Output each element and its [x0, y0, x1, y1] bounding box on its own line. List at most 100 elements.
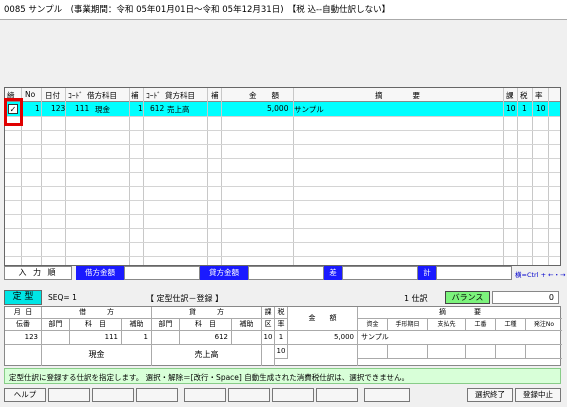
balance-button[interactable]: バランス [445, 291, 490, 304]
h-dept2: 部門 [152, 319, 180, 331]
f-amount[interactable]: 5,000 [288, 331, 358, 345]
grid-line [5, 186, 560, 187]
n-blank [5, 345, 42, 366]
row-zei: 1 [522, 104, 527, 113]
debit-total-value [124, 266, 200, 280]
status-message: 定型仕訳に登録する仕訳を指定します。 選択・解除＝[改行・Space] 自動生成… [4, 368, 561, 384]
col-csub: 補 [211, 91, 219, 100]
row-kazei: 10 [506, 104, 516, 113]
n-blank [466, 345, 496, 359]
col-no: No [25, 90, 36, 99]
diff-value [342, 266, 418, 280]
h-tegata: 手形期日 [388, 319, 428, 331]
window-title: 0085 サンプル (事業期間：令和 05年01月01日～令和 05年12月31… [0, 0, 567, 20]
h-kubun: 区 [262, 319, 275, 331]
f-dacct[interactable]: 111 [70, 331, 122, 345]
help-button[interactable]: ヘルプ [4, 388, 46, 402]
fkey-3[interactable] [92, 388, 134, 402]
n-blank [288, 345, 358, 366]
grid-line [129, 88, 130, 265]
f-dsub[interactable]: 1 [122, 331, 152, 345]
fkey-7[interactable] [272, 388, 314, 402]
grid-line [5, 200, 560, 201]
h-debit: 借 方 [42, 307, 152, 319]
total-value [436, 266, 512, 280]
row-dcode: 111 [75, 104, 90, 113]
fkey-8[interactable] [316, 388, 358, 402]
f-memo[interactable]: サンプル [358, 331, 562, 345]
h-koji: 工番 [466, 319, 496, 331]
col-dcode: ｺｰﾄﾞ [68, 91, 83, 100]
select-end-button[interactable]: 選択終了 [467, 388, 513, 402]
fkey-2[interactable] [48, 388, 90, 402]
row-ccode: 612 [150, 104, 165, 113]
fkey-6[interactable] [228, 388, 270, 402]
h-kazei: 課 [262, 307, 275, 319]
n-blank [428, 345, 466, 359]
diff-label: 差 [324, 266, 342, 280]
highlight-box [4, 98, 23, 126]
rate-value: 10 [275, 345, 288, 359]
h-acct2: 科 目 [180, 319, 232, 331]
mode-label: 【 定型仕訳－登録 】 [146, 294, 224, 303]
col-rate: 率 [535, 91, 543, 100]
grid-line [5, 158, 560, 159]
grid-header: 締 No 日付 ｺｰﾄﾞ 借方科目 補 ｺｰﾄﾞ 貸方科目 補 金 額 摘 要 … [5, 88, 560, 102]
row-amount: 5,000 [267, 104, 289, 113]
h-memo: 摘 要 [358, 307, 562, 319]
grid-line [5, 214, 560, 215]
f-kubun[interactable]: 1 [275, 331, 288, 345]
f-date[interactable]: 123 [5, 331, 42, 345]
h-shikin: 資金 [358, 319, 388, 331]
grid-line [503, 88, 504, 265]
template-grid[interactable]: 月 日 借 方 貸 方 課 税 金 額 摘 要 伝番 部門 科 目 補助 部門 … [4, 306, 562, 366]
h-sub: 補助 [122, 319, 152, 331]
credit-total-value [248, 266, 324, 280]
grid-line [5, 228, 560, 229]
col-memo: 摘 要 [375, 91, 420, 100]
f-kazei[interactable]: 10 [262, 331, 275, 345]
h-shiharai: 支払先 [428, 319, 466, 331]
fkey-4[interactable] [136, 388, 178, 402]
shortcut-hint: 横=Ctrl + ←・→ [515, 271, 566, 279]
grid-line [5, 130, 560, 131]
grid-line [548, 88, 549, 265]
fkey-5[interactable] [184, 388, 226, 402]
row-no: 1 [35, 104, 40, 113]
col-ccode: ｺｰﾄﾞ [146, 91, 161, 100]
credit-total-label: 貸方金額 [200, 266, 248, 280]
function-key-bar: ヘルプ 選択終了 登録中止 [4, 388, 561, 402]
grid-line [5, 242, 560, 243]
col-dsub: 補 [131, 91, 139, 100]
h-amount: 金 額 [288, 307, 358, 331]
cacct-name: 売上高 [152, 345, 262, 366]
h-hatchu: 発注No [526, 319, 562, 331]
journal-grid[interactable]: 締 No 日付 ｺｰﾄﾞ 借方科目 補 ｺｰﾄﾞ 貸方科目 補 金 額 摘 要 … [4, 87, 561, 266]
dacct-name: 現金 [42, 345, 152, 366]
row-memo: サンプル [294, 105, 324, 114]
grid-line [143, 88, 144, 265]
cancel-register-button[interactable]: 登録中止 [515, 388, 561, 402]
h-koshu: 工種 [496, 319, 526, 331]
h-dept: 部門 [42, 319, 70, 331]
grid-line [221, 88, 222, 265]
fkey-9[interactable] [364, 388, 410, 402]
n-blank [526, 345, 562, 359]
grid-line [5, 256, 560, 257]
f-dept[interactable] [42, 331, 70, 345]
table-row[interactable]: ✓ 1 123 111 現金 1 612 売上高 5,000 サンプル 10 1… [5, 102, 560, 116]
tab-template[interactable]: 定 型 [4, 290, 42, 305]
debit-total-label: 借方金額 [76, 266, 124, 280]
n-blank [358, 345, 388, 359]
f-csub[interactable] [232, 331, 262, 345]
input-order-button[interactable]: 入 力 順 [4, 266, 72, 280]
n-blank [496, 345, 526, 359]
entry-count: 1 仕訳 [404, 294, 428, 303]
h-monthday: 月 日 [5, 307, 42, 319]
h-sub2: 補助 [232, 319, 262, 331]
grid-line [5, 172, 560, 173]
h-rate: 率 [275, 319, 288, 331]
f-dept2[interactable] [152, 331, 180, 345]
grid-line [65, 88, 66, 265]
f-cacct[interactable]: 612 [180, 331, 232, 345]
